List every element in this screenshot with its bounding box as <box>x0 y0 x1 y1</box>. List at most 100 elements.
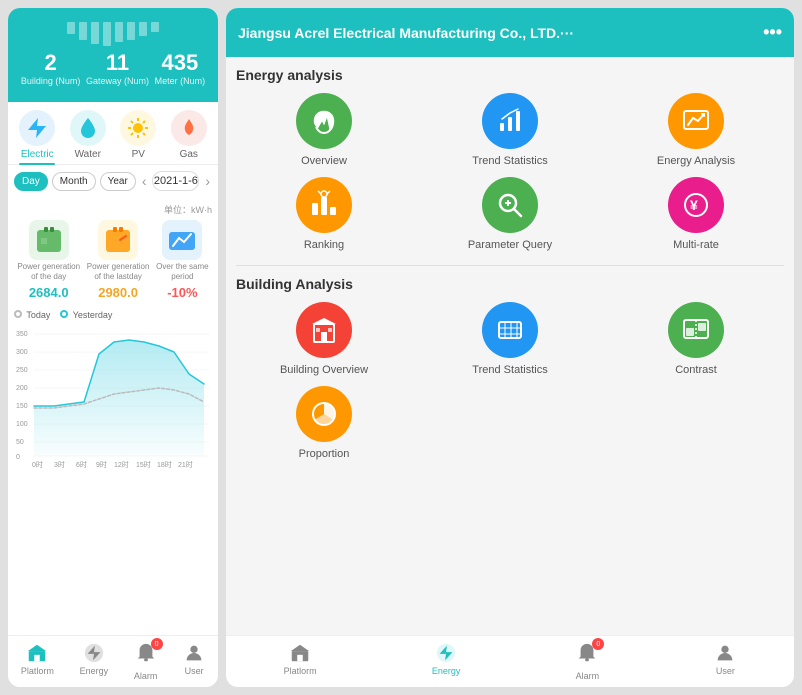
right-header-title: Jiangsu Acrel Electrical Manufacturing C… <box>238 25 574 41</box>
building-stat: 2 Building (Num) <box>21 50 81 86</box>
right-user-icon <box>714 642 736 664</box>
svg-text:15时: 15时 <box>136 460 151 469</box>
right-energy-icon <box>435 642 457 664</box>
nav-left-platform-label: Platlorm <box>21 666 54 676</box>
tab-electric[interactable]: Electric <box>19 110 55 160</box>
btn-month[interactable]: Month <box>52 172 96 191</box>
nav-right-energy[interactable]: Energy <box>432 642 461 681</box>
right-panel: Jiangsu Acrel Electrical Manufacturing C… <box>226 8 794 687</box>
energy-icon <box>83 642 105 664</box>
energy-analysis-icon <box>680 105 712 137</box>
energy-tabs: Electric Water <box>8 102 218 165</box>
svg-text:12时: 12时 <box>114 460 129 469</box>
right-alarm-badge-container: 0 <box>576 642 598 669</box>
date-next-arrow[interactable]: › <box>203 173 212 189</box>
menu-proportion[interactable]: Proportion <box>236 386 412 460</box>
nav-right-user[interactable]: User <box>714 642 736 681</box>
svg-text:300: 300 <box>16 349 28 356</box>
energy-analysis-title: Energy analysis <box>236 67 784 83</box>
date-prev-arrow[interactable]: ‹ <box>140 173 149 189</box>
nav-right-platform-label: Platlorm <box>284 666 317 676</box>
tab-water[interactable]: Water <box>70 110 106 160</box>
menu-parameter-query-label: Parameter Query <box>468 239 552 251</box>
menu-building-overview[interactable]: Building Overview <box>236 302 412 376</box>
power-card-lastday-value: 2980.0 <box>98 285 138 300</box>
meter-value: 435 <box>155 50 206 76</box>
menu-parameter-query[interactable]: Parameter Query <box>422 177 598 251</box>
tab-gas[interactable]: Gas <box>171 110 207 160</box>
svg-text:21时: 21时 <box>178 460 193 469</box>
meter-stat: 435 Meter (Num) <box>155 50 206 86</box>
trend-stats-b-icon-circle <box>482 302 538 358</box>
btn-day[interactable]: Day <box>14 172 48 191</box>
building-value: 2 <box>21 50 81 76</box>
building-skyline <box>18 22 208 46</box>
menu-ranking[interactable]: Ranking <box>236 177 412 251</box>
nav-left-energy[interactable]: Energy <box>80 642 109 681</box>
multi-rate-icon-circle: ¥ <box>668 177 724 233</box>
section-divider <box>236 265 784 266</box>
date-display: 2021-1-6 <box>152 171 199 191</box>
date-row: Day Month Year ‹ 2021-1-6 › <box>8 165 218 197</box>
menu-ranking-label: Ranking <box>304 239 344 251</box>
menu-contrast[interactable]: Contrast <box>608 302 784 376</box>
trend-stats-icon <box>494 105 526 137</box>
svg-text:150: 150 <box>16 403 28 410</box>
gateway-value: 11 <box>86 50 149 76</box>
nav-left-alarm-label: Alarm <box>134 671 158 681</box>
chart-svg: 350 300 250 200 150 100 50 0 <box>14 324 209 469</box>
svg-text:350: 350 <box>16 331 28 338</box>
contrast-icon-circle <box>668 302 724 358</box>
menu-trend-stats-building-label: Trend Statistics <box>472 364 547 376</box>
trend-stats-b-icon <box>494 314 526 346</box>
stats-row: 2 Building (Num) 11 Gateway (Num) 435 Me… <box>18 50 208 86</box>
svg-text:0时: 0时 <box>32 460 43 469</box>
nav-left-platform[interactable]: Platlorm <box>21 642 54 681</box>
tab-electric-label: Electric <box>21 149 54 160</box>
nav-left-energy-label: Energy <box>80 666 109 676</box>
building-overview-icon-circle <box>296 302 352 358</box>
power-cards: Power generationof the day 2684.0 Power … <box>14 220 212 300</box>
right-header: Jiangsu Acrel Electrical Manufacturing C… <box>226 8 794 57</box>
ranking-icon-circle <box>296 177 352 233</box>
svg-text:100: 100 <box>16 421 28 428</box>
power-card-period-label: Over the sameperiod <box>156 262 208 283</box>
menu-multi-rate[interactable]: ¥ Multi-rate <box>608 177 784 251</box>
power-card-today-value: 2684.0 <box>29 285 69 300</box>
power-card-lastday-label: Power generationof the lastday <box>87 262 150 283</box>
right-bottom-nav: Platlorm Energy 0 Alarm Us <box>226 635 794 687</box>
nav-left-user-label: User <box>185 666 204 676</box>
building-analysis-grid: Building Overview Trend S <box>236 302 784 460</box>
trend-stats-icon-circle <box>482 93 538 149</box>
chart-legend: Today Yesterday <box>14 310 212 320</box>
energy-analysis-grid: Overview Trend Statistics <box>236 93 784 251</box>
menu-energy-analysis[interactable]: Energy Analysis <box>608 93 784 167</box>
nav-right-platform[interactable]: Platlorm <box>284 642 317 681</box>
nav-left-alarm[interactable]: 0 Alarm <box>134 642 158 681</box>
energy-analysis-section: Energy analysis Overview <box>236 67 784 251</box>
gateway-stat: 11 Gateway (Num) <box>86 50 149 86</box>
tab-pv[interactable]: PV <box>120 110 156 160</box>
btn-year[interactable]: Year <box>100 172 136 191</box>
power-card-lastday: Power generationof the lastday 2980.0 <box>87 220 150 300</box>
menu-trend-stats[interactable]: Trend Statistics <box>422 93 598 167</box>
menu-multi-rate-label: Multi-rate <box>673 239 719 251</box>
parameter-query-icon <box>494 189 526 221</box>
nav-right-alarm[interactable]: 0 Alarm <box>576 642 600 681</box>
menu-trend-stats-label: Trend Statistics <box>472 155 547 167</box>
left-header: 2 Building (Num) 11 Gateway (Num) 435 Me… <box>8 8 218 102</box>
legend-today: Today <box>14 310 50 320</box>
menu-trend-stats-building[interactable]: Trend Statistics <box>422 302 598 376</box>
building-analysis-title: Building Analysis <box>236 276 784 292</box>
menu-overview[interactable]: Overview <box>236 93 412 167</box>
power-card-period-value: -10% <box>167 285 197 300</box>
menu-contrast-label: Contrast <box>675 364 717 376</box>
right-content: Energy analysis Overview <box>226 57 794 635</box>
gateway-label: Gateway (Num) <box>86 76 149 86</box>
chart-section: Today Yesterday 350 300 250 200 150 100 … <box>8 304 218 635</box>
parameter-query-icon-circle <box>482 177 538 233</box>
left-bottom-nav: Platlorm Energy 0 Alarm Us <box>8 635 218 687</box>
menu-proportion-label: Proportion <box>299 448 350 460</box>
right-platform-icon <box>289 642 311 664</box>
nav-left-user[interactable]: User <box>183 642 205 681</box>
